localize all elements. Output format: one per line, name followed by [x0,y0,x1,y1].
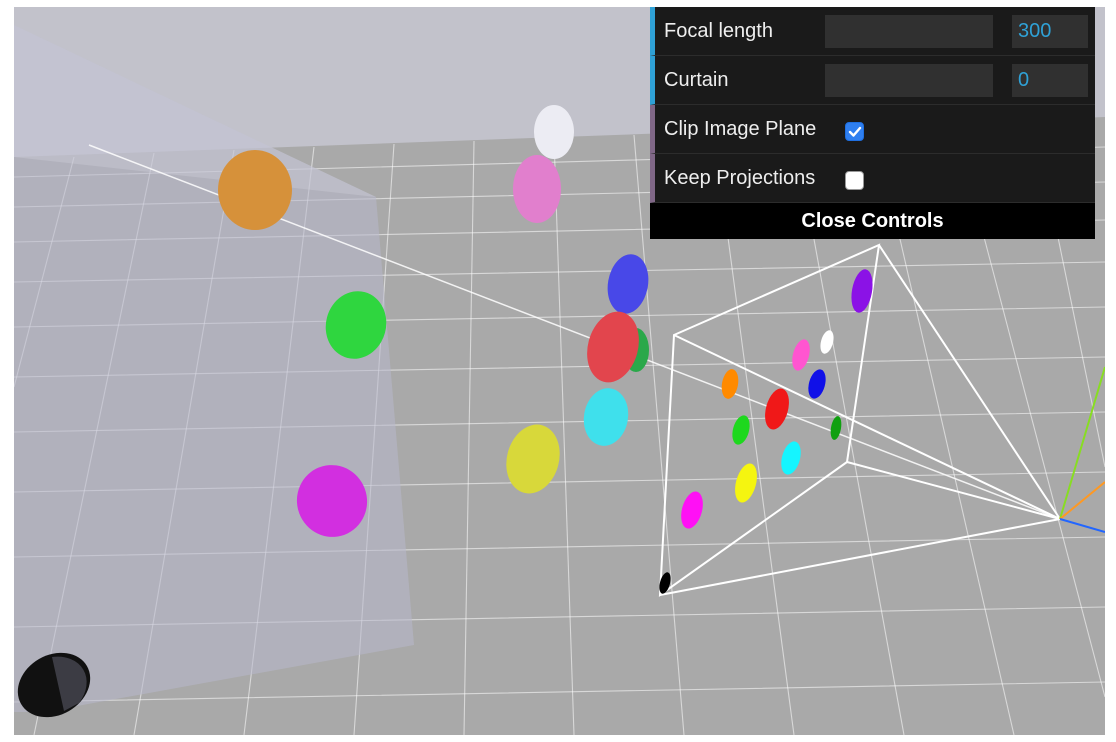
curtain-control: Curtain 0 [650,56,1095,105]
clip-image-plane-label: Clip Image Plane [664,118,817,140]
keep-projections-control: Keep Projections [650,154,1095,203]
white-ball [534,105,574,159]
clip-image-plane-checkbox[interactable] [845,122,864,141]
pink-ball [513,155,561,223]
focal-length-slider[interactable] [825,15,993,48]
clip-image-plane-control: Clip Image Plane [650,105,1095,154]
close-controls-button[interactable]: Close Controls [650,203,1095,239]
curtain-input[interactable]: 0 [1012,64,1088,97]
curtain-slider[interactable] [825,64,993,97]
keep-projections-label: Keep Projections [664,167,816,189]
focal-length-control: Focal length 300 [650,7,1095,56]
curtain-label: Curtain [664,69,729,91]
checkmark-icon [848,126,862,137]
focal-length-label: Focal length [664,20,773,42]
keep-projections-checkbox[interactable] [845,171,864,190]
controls-panel: Focal length 300 Curtain 0 Clip Image Pl… [650,7,1095,239]
orange-ball [218,150,292,230]
focal-length-input[interactable]: 300 [1012,15,1088,48]
